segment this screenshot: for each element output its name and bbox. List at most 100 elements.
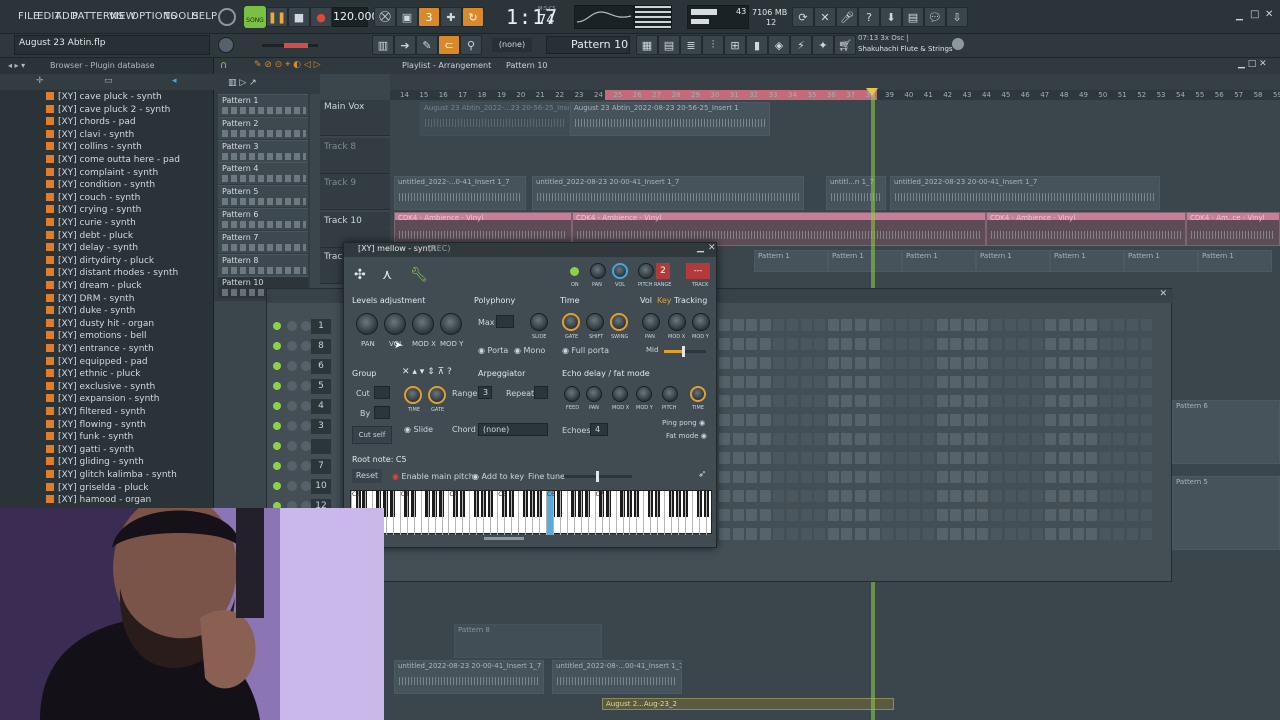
step-button[interactable] <box>773 395 785 407</box>
step-button[interactable] <box>1004 452 1016 464</box>
step-button[interactable] <box>746 319 758 331</box>
step-button[interactable] <box>827 528 839 540</box>
step-button[interactable] <box>963 319 975 331</box>
step-button[interactable] <box>950 471 962 483</box>
step-button[interactable] <box>923 319 934 331</box>
pencil-icon[interactable]: ✎ <box>416 35 438 55</box>
clip-ambience-3[interactable]: CDK4 - Ambience - Vinyl <box>986 212 1186 246</box>
step-button[interactable] <box>977 471 989 483</box>
step-button[interactable] <box>909 452 921 464</box>
channel-row[interactable] <box>271 439 335 455</box>
step-button[interactable] <box>759 433 771 445</box>
step-button[interactable] <box>950 414 962 426</box>
step-button[interactable] <box>882 490 894 502</box>
step-button[interactable] <box>732 509 744 521</box>
channel-row[interactable]: 8 <box>271 339 335 355</box>
browser-item[interactable]: [XY] ethnic - pluck <box>46 369 141 381</box>
step-button[interactable] <box>787 357 798 369</box>
step-button[interactable] <box>1059 509 1070 521</box>
step-button[interactable] <box>800 338 812 350</box>
step-button[interactable] <box>977 395 989 407</box>
step-button[interactable] <box>732 338 744 350</box>
step-button[interactable] <box>827 338 839 350</box>
step-button[interactable] <box>882 528 894 540</box>
maximize-icon[interactable]: □ <box>1250 9 1259 20</box>
clip-pattern1-b[interactable]: Pattern 1 <box>828 250 902 272</box>
step-button[interactable] <box>827 319 839 331</box>
step-button[interactable] <box>923 376 934 388</box>
step-button[interactable] <box>773 509 785 521</box>
step-button[interactable] <box>1018 452 1030 464</box>
step-button[interactable] <box>868 452 880 464</box>
cart-icon[interactable]: 🛒︎ <box>834 35 856 55</box>
step-button[interactable] <box>895 414 907 426</box>
step-button[interactable] <box>1086 357 1098 369</box>
clip-bottom-b[interactable]: untitled_2022-08-...00-41_Insert 1_7 <box>552 660 682 694</box>
step-button[interactable] <box>1031 395 1043 407</box>
step-button[interactable] <box>855 319 866 331</box>
step-button[interactable] <box>719 452 730 464</box>
clip-pattern6[interactable]: Pattern 6 <box>1172 400 1280 464</box>
step-button[interactable] <box>1140 357 1152 369</box>
arp-range-field[interactable]: 3 <box>478 386 492 399</box>
step-button[interactable] <box>1127 509 1138 521</box>
step-button[interactable] <box>963 509 975 521</box>
step-button[interactable] <box>882 319 894 331</box>
step-button[interactable] <box>800 376 812 388</box>
piano-icon[interactable]: ▥ <box>372 35 394 55</box>
step-button[interactable] <box>719 376 730 388</box>
step-button[interactable] <box>841 319 853 331</box>
step-button[interactable] <box>1004 490 1016 502</box>
step-button[interactable] <box>1018 395 1030 407</box>
step-button[interactable] <box>977 414 989 426</box>
step-button[interactable] <box>991 490 1002 502</box>
browser-item[interactable]: [XY] duke - synth <box>46 306 135 318</box>
step-button[interactable] <box>1018 376 1030 388</box>
step-button[interactable] <box>800 433 812 445</box>
step-button[interactable] <box>923 452 934 464</box>
step-button[interactable] <box>746 376 758 388</box>
playhead-marker-icon[interactable] <box>866 88 878 96</box>
channel-pan-knob[interactable] <box>287 421 297 431</box>
step-button[interactable] <box>963 452 975 464</box>
step-button[interactable] <box>773 433 785 445</box>
step-button[interactable] <box>977 357 989 369</box>
step-button[interactable] <box>1086 414 1098 426</box>
step-button[interactable] <box>936 414 948 426</box>
step-button[interactable] <box>977 319 989 331</box>
channel-mute-led[interactable] <box>273 322 281 330</box>
step-button[interactable] <box>1072 414 1084 426</box>
step-button[interactable] <box>827 452 839 464</box>
step-button[interactable] <box>991 376 1002 388</box>
step-button[interactable] <box>787 452 798 464</box>
step-button[interactable] <box>868 471 880 483</box>
browser-item[interactable]: [XY] cave pluck 2 - synth <box>46 104 170 117</box>
step-button[interactable] <box>1031 357 1043 369</box>
channel-route-number[interactable]: 10 <box>311 479 331 494</box>
step-button[interactable] <box>787 376 798 388</box>
step-button[interactable] <box>800 509 812 521</box>
step-button[interactable] <box>1140 414 1152 426</box>
step-button[interactable] <box>1086 509 1098 521</box>
porta-toggle[interactable]: ◉ Porta <box>478 346 508 355</box>
step-button[interactable] <box>719 471 730 483</box>
step-button[interactable] <box>759 452 771 464</box>
master-slider[interactable] <box>262 43 318 48</box>
step-button[interactable] <box>1113 357 1125 369</box>
step-button[interactable] <box>1140 338 1152 350</box>
pattern-list-item[interactable]: Pattern 7 <box>218 230 308 253</box>
playlist-window-controls[interactable]: ▁ □ ✕ <box>1238 59 1267 69</box>
step-button[interactable] <box>977 452 989 464</box>
step-button[interactable] <box>977 509 989 521</box>
step-button[interactable] <box>841 338 853 350</box>
step-button[interactable] <box>1059 414 1070 426</box>
step-button[interactable] <box>1072 376 1084 388</box>
clip-vox-a[interactable]: August 23 Abtin_2022-...23 20-56-25_Inse… <box>420 102 570 136</box>
channel-pan-knob[interactable] <box>287 481 297 491</box>
step-button[interactable] <box>909 414 921 426</box>
master-volume-knob[interactable] <box>218 8 236 26</box>
step-button[interactable] <box>1072 395 1084 407</box>
channel-pan-knob[interactable] <box>287 381 297 391</box>
step-button[interactable] <box>1031 528 1043 540</box>
step-button[interactable] <box>1045 490 1057 502</box>
